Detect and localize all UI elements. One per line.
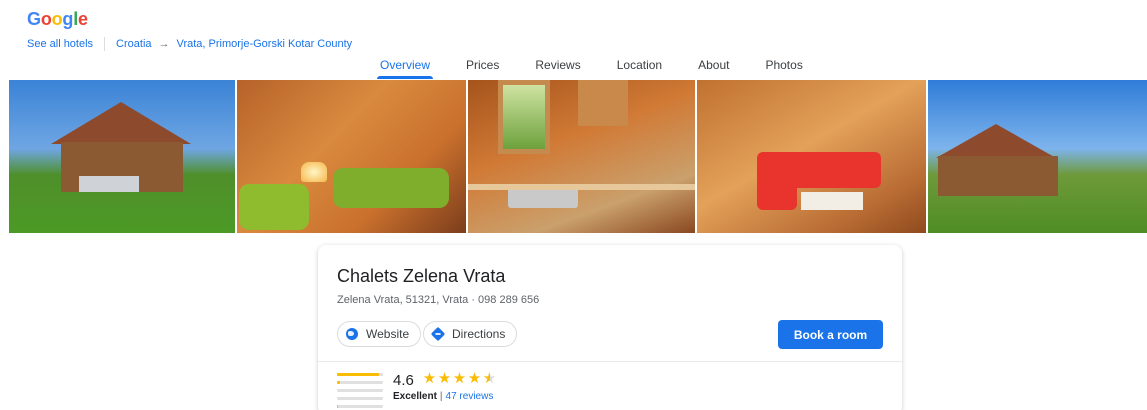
globe-icon (346, 328, 358, 340)
photo-living-room[interactable] (697, 80, 927, 233)
star-rating: ★ ★ ★ ★ ★ (422, 371, 497, 386)
card-divider (318, 361, 902, 362)
website-button-label: Website (366, 327, 410, 341)
rating-summary: Excellent | 47 reviews (393, 391, 493, 402)
directions-icon (430, 326, 446, 342)
logo-letter: o (40, 9, 52, 29)
tab-overview[interactable]: Overview (376, 52, 434, 79)
rating-bar (337, 397, 383, 400)
breadcrumb-country-link[interactable]: Croatia (116, 38, 151, 50)
arrow-right-icon: → (158, 38, 170, 50)
photo-bedroom[interactable] (236, 80, 466, 233)
rating-bar (337, 381, 383, 384)
hotel-name: Chalets Zelena Vrata (337, 266, 506, 286)
rating-bar-fill (337, 381, 340, 384)
logo-letter: G (27, 9, 41, 29)
rating-separator: | (439, 391, 443, 402)
directions-button[interactable]: Directions (423, 321, 518, 347)
breadcrumb-location-link[interactable]: Vrata, Primorje-Gorski Kotar County (177, 38, 353, 50)
logo-letter: g (62, 9, 74, 29)
photo-gallery (9, 80, 1147, 233)
star-icon: ★ (482, 369, 497, 387)
logo-letter: o (51, 9, 63, 29)
logo-letter: e (78, 9, 88, 29)
breadcrumb: See all hotels Croatia → Vrata, Primorje… (27, 37, 352, 51)
star-icon: ★ (452, 369, 467, 387)
photo-kitchen[interactable] (467, 80, 696, 233)
rating-value: 4.6 (393, 372, 414, 389)
breadcrumb-divider (104, 37, 106, 51)
photo-exterior-garden[interactable] (928, 80, 1147, 233)
rating-label: Excellent (393, 391, 437, 402)
website-button[interactable]: Website (337, 321, 422, 347)
reviews-link[interactable]: 47 reviews (446, 391, 494, 402)
rating-bar-fill (337, 405, 338, 408)
book-a-room-button[interactable]: Book a room (778, 320, 883, 349)
see-all-hotels-link[interactable]: See all hotels (27, 38, 93, 50)
google-logo[interactable]: Google (27, 9, 88, 30)
tab-photos[interactable]: Photos (765, 52, 802, 76)
tab-location[interactable]: Location (617, 52, 662, 76)
rating-bar (337, 405, 383, 408)
tab-bar: Overview Prices Reviews Location About P… (376, 52, 839, 79)
star-icon: ★ (467, 369, 482, 387)
tab-prices[interactable]: Prices (466, 52, 499, 76)
star-icon: ★ (437, 369, 452, 387)
rating-bar (337, 389, 383, 392)
hotel-address: Zelena Vrata, 51321, Vrata · 098 289 656 (337, 294, 540, 306)
tab-about[interactable]: About (698, 52, 729, 76)
rating-distribution (337, 373, 383, 410)
directions-button-label: Directions (452, 327, 506, 341)
photo-exterior-chalet[interactable] (9, 80, 235, 233)
star-icon: ★ (422, 369, 437, 387)
rating-bar-fill (337, 373, 380, 376)
rating-bar (337, 373, 383, 376)
hotel-info-card: Chalets Zelena Vrata Zelena Vrata, 51321… (318, 245, 902, 410)
tab-reviews[interactable]: Reviews (535, 52, 580, 76)
